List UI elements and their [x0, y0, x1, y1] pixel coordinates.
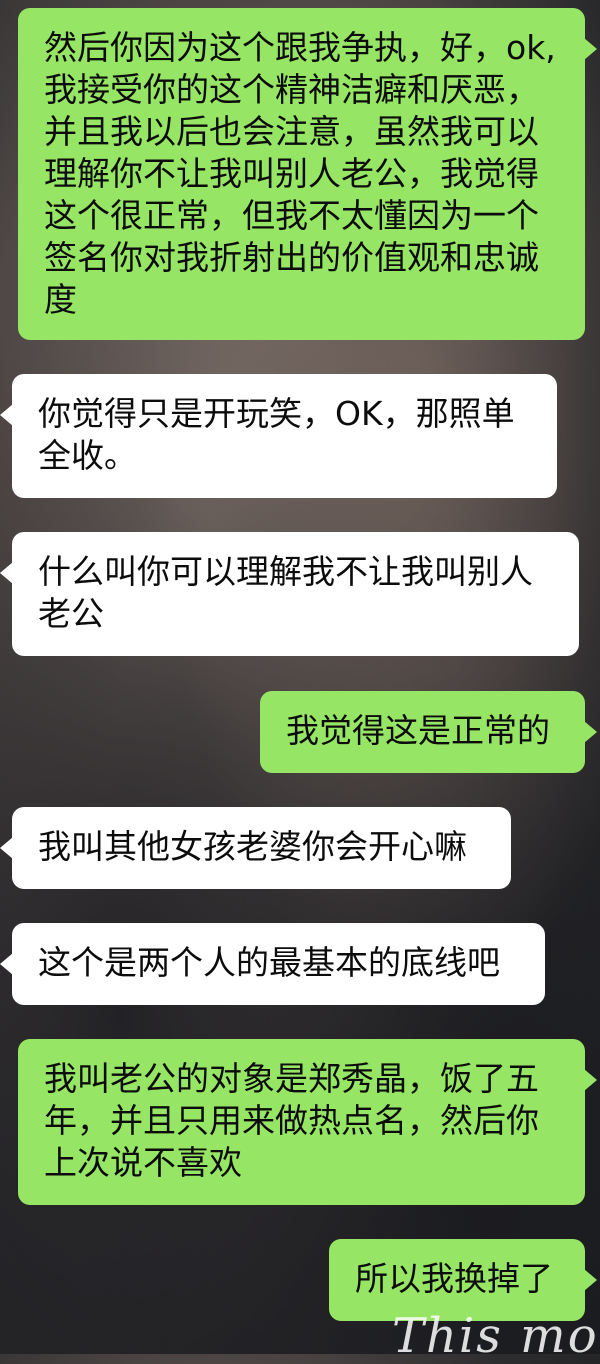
message-bubble-outgoing[interactable]: 然后你因为这个跟我争执，好，ok,我接受你的这个精神洁癖和厌恶，并且我以后也会注…	[18, 8, 597, 340]
message-bubble-incoming[interactable]: 我叫其他女孩老婆你会开心嘛	[0, 807, 511, 889]
watermark-text: This mo	[392, 1308, 599, 1364]
message-bubble-outgoing[interactable]: 我觉得这是正常的	[260, 691, 597, 773]
message-bubble-incoming[interactable]: 这个是两个人的最基本的底线吧	[0, 923, 545, 1005]
message-bubble-incoming[interactable]: 你觉得只是开玩笑，OK，那照单全收。	[0, 374, 557, 498]
message-bubble-outgoing[interactable]: 我叫老公的对象是郑秀晶，饭了五年，并且只用来做热点名，然后你上次说不喜欢	[18, 1039, 597, 1205]
message-bubble-incoming[interactable]: 什么叫你可以理解我不让我叫别人老公	[0, 532, 579, 656]
